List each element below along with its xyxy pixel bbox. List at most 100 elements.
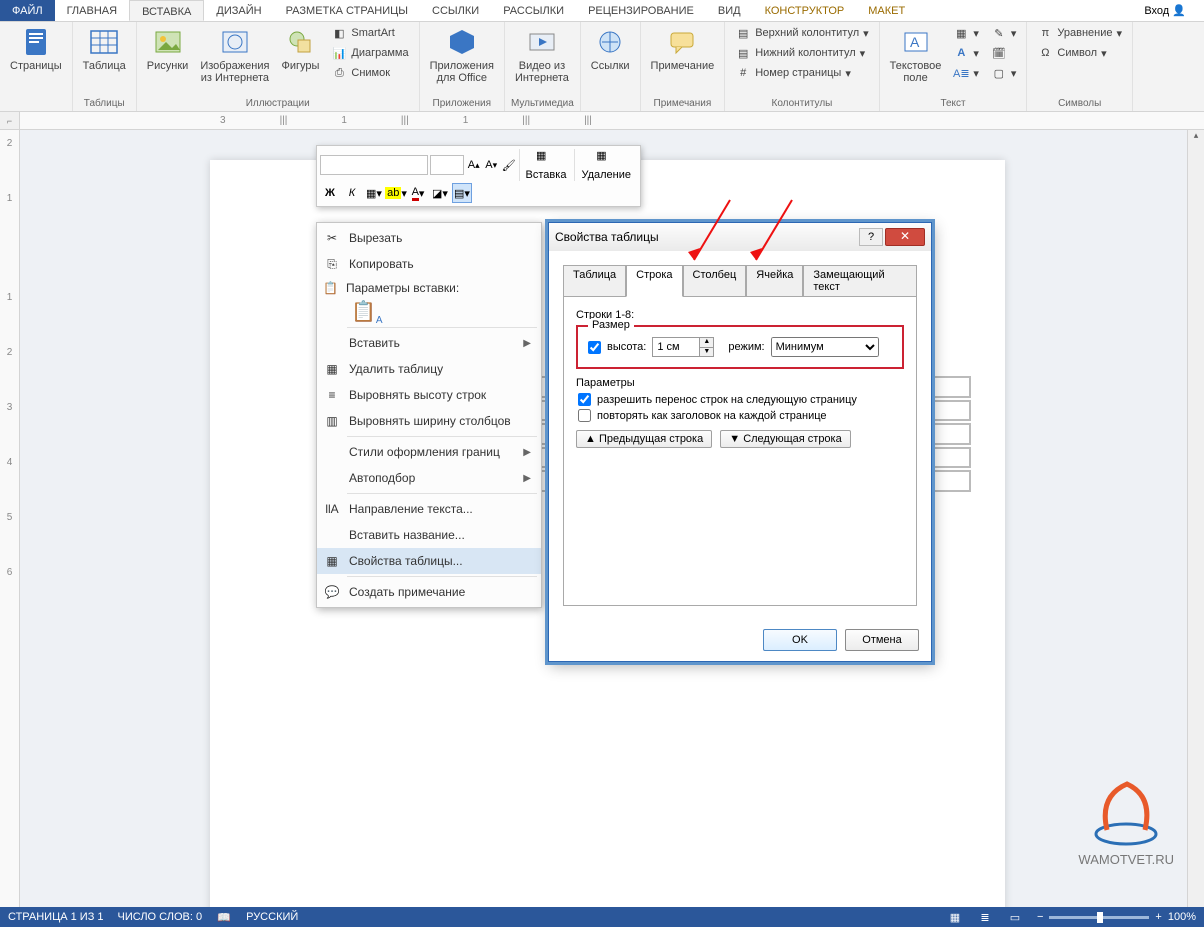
screenshot-button[interactable]: ⎙Снимок bbox=[327, 64, 412, 82]
spin-up[interactable]: ▲ bbox=[699, 338, 713, 347]
tab-review[interactable]: РЕЦЕНЗИРОВАНИЕ bbox=[576, 0, 706, 21]
highlight-button[interactable]: ab▾ bbox=[386, 183, 406, 203]
tab-design[interactable]: ДИЗАЙН bbox=[204, 0, 273, 21]
mode-select[interactable]: Минимум bbox=[771, 337, 879, 357]
spellcheck-icon[interactable]: 📖 bbox=[216, 909, 232, 925]
mini-delete-menu[interactable]: ▦Удаление bbox=[574, 149, 637, 181]
view-read-mode-icon[interactable]: ≣ bbox=[977, 909, 993, 925]
dialog-help-button[interactable]: ? bbox=[859, 228, 883, 246]
office-apps-button[interactable]: Приложения для Office bbox=[426, 24, 498, 86]
ctx-equal-col-width[interactable]: ▥Выровнять ширину столбцов bbox=[317, 408, 541, 434]
equation-button[interactable]: πУравнение ▾ bbox=[1033, 24, 1126, 42]
text-box-button[interactable]: AТекстовое поле bbox=[886, 24, 946, 86]
wordart-button[interactable]: A▾ bbox=[949, 44, 983, 62]
ctx-autofit-label: Автоподбор bbox=[349, 471, 415, 485]
mini-insert-menu[interactable]: ▦Вставка bbox=[519, 149, 573, 181]
allow-break-checkbox[interactable] bbox=[578, 393, 591, 406]
drop-cap-button[interactable]: A≣▾ bbox=[949, 64, 983, 82]
shapes-button[interactable]: Фигуры bbox=[277, 24, 323, 74]
signature-button[interactable]: ✎▾ bbox=[987, 24, 1021, 42]
zoom-out-button[interactable]: − bbox=[1037, 911, 1043, 923]
vertical-ruler[interactable]: 21123456 bbox=[0, 130, 20, 907]
tab-mailings[interactable]: РАССЫЛКИ bbox=[491, 0, 576, 21]
view-web-layout-icon[interactable]: ▭ bbox=[1007, 909, 1023, 925]
tab-insert[interactable]: ВСТАВКА bbox=[129, 0, 204, 21]
chart-button[interactable]: 📊Диаграмма bbox=[327, 44, 412, 62]
tab-references[interactable]: ССЫЛКИ bbox=[420, 0, 491, 21]
dialog-cancel-button[interactable]: Отмена bbox=[845, 629, 919, 651]
dlg-tab-table[interactable]: Таблица bbox=[563, 265, 626, 297]
ctx-new-comment[interactable]: 💬Создать примечание bbox=[317, 579, 541, 605]
align-button[interactable]: ▤▾ bbox=[452, 183, 472, 203]
footer-button[interactable]: ▤Нижний колонтитул ▾ bbox=[731, 44, 872, 62]
date-time-button[interactable]: 🗓 bbox=[987, 44, 1021, 62]
dialog-close-button[interactable]: ✕ bbox=[885, 228, 925, 246]
online-video-button[interactable]: Видео из Интернета bbox=[511, 24, 573, 86]
tab-page-layout[interactable]: РАЗМЕТКА СТРАНИЦЫ bbox=[274, 0, 420, 21]
view-print-layout-icon[interactable]: ▦ bbox=[947, 909, 963, 925]
object-button[interactable]: ▢▾ bbox=[987, 64, 1021, 82]
ctx-insert-caption[interactable]: Вставить название... bbox=[317, 522, 541, 548]
table-button[interactable]: Таблица bbox=[79, 24, 130, 74]
ctx-insert[interactable]: Вставить▶ bbox=[317, 330, 541, 356]
vertical-scrollbar[interactable]: ▴ bbox=[1187, 130, 1204, 907]
shrink-font-button[interactable]: A▾ bbox=[484, 155, 500, 175]
bold-button[interactable]: Ж bbox=[320, 183, 340, 203]
symbol-button[interactable]: ΩСимвол ▾ bbox=[1033, 44, 1126, 62]
zoom-control[interactable]: − + 100% bbox=[1037, 911, 1196, 923]
pages-button[interactable]: Страницы bbox=[6, 24, 66, 74]
smartart-button[interactable]: ◧SmartArt bbox=[327, 24, 412, 42]
status-word-count[interactable]: ЧИСЛО СЛОВ: 0 bbox=[118, 911, 203, 923]
height-spinner[interactable]: ▲▼ bbox=[652, 337, 714, 357]
zoom-in-button[interactable]: + bbox=[1155, 911, 1161, 923]
zoom-value[interactable]: 100% bbox=[1168, 911, 1196, 923]
grow-font-button[interactable]: A▴ bbox=[466, 155, 482, 175]
ctx-equal-row-height[interactable]: ≡Выровнять высоту строк bbox=[317, 382, 541, 408]
links-button[interactable]: Ссылки bbox=[587, 24, 634, 74]
ctx-autofit[interactable]: Автоподбор▶ bbox=[317, 465, 541, 491]
font-color-button[interactable]: A▾ bbox=[408, 183, 428, 203]
login-link[interactable]: Вход 👤 bbox=[1126, 0, 1204, 21]
ctx-copy[interactable]: ⎘Копировать bbox=[317, 251, 541, 277]
header-button[interactable]: ▤Верхний колонтитул ▾ bbox=[731, 24, 872, 42]
dlg-tab-row[interactable]: Строка bbox=[626, 265, 682, 297]
dlg-tab-alt-text[interactable]: Замещающий текст bbox=[803, 265, 917, 297]
ctx-paste-option[interactable]: 📋A bbox=[317, 299, 541, 325]
ctx-text-direction[interactable]: llAНаправление текста... bbox=[317, 496, 541, 522]
repeat-header-checkbox[interactable] bbox=[578, 409, 591, 422]
mini-delete-label: Удаление bbox=[581, 169, 631, 181]
height-checkbox[interactable] bbox=[588, 341, 601, 354]
tab-home[interactable]: ГЛАВНАЯ bbox=[55, 0, 129, 21]
ctx-table-properties[interactable]: ▦Свойства таблицы... bbox=[317, 548, 541, 574]
dialog-titlebar[interactable]: Свойства таблицы ? ✕ bbox=[549, 223, 931, 251]
page-number-button[interactable]: #Номер страницы ▾ bbox=[731, 64, 872, 82]
prev-row-button[interactable]: ▲ Предыдущая строка bbox=[576, 430, 712, 448]
zoom-slider[interactable] bbox=[1049, 916, 1149, 919]
format-painter-button[interactable]: 🖌 bbox=[501, 155, 517, 175]
italic-button[interactable]: К bbox=[342, 183, 362, 203]
tab-table-design[interactable]: КОНСТРУКТОР bbox=[753, 0, 857, 21]
font-combo[interactable] bbox=[320, 155, 428, 175]
size-combo[interactable] bbox=[430, 155, 464, 175]
person-icon: 👤 bbox=[1172, 5, 1186, 17]
next-row-button[interactable]: ▼ Следующая строка bbox=[720, 430, 851, 448]
tab-view[interactable]: ВИД bbox=[706, 0, 753, 21]
tab-table-layout[interactable]: МАКЕТ bbox=[856, 0, 917, 21]
horizontal-ruler[interactable]: 3|||1|||1|||||| bbox=[20, 112, 1204, 130]
quick-parts-button[interactable]: ▦▾ bbox=[949, 24, 983, 42]
ctx-border-styles[interactable]: Стили оформления границ▶ bbox=[317, 439, 541, 465]
online-pictures-button[interactable]: Изображения из Интернета bbox=[196, 24, 273, 86]
spin-down[interactable]: ▼ bbox=[699, 347, 713, 356]
comment-button[interactable]: Примечание bbox=[647, 24, 719, 74]
pictures-button[interactable]: Рисунки bbox=[143, 24, 193, 74]
borders-button[interactable]: ▦▾ bbox=[364, 183, 384, 203]
height-input[interactable] bbox=[653, 341, 699, 353]
dialog-ok-button[interactable]: OK bbox=[763, 629, 837, 651]
ctx-cut[interactable]: ✂Вырезать bbox=[317, 225, 541, 251]
ctx-delete-table[interactable]: ▦Удалить таблицу bbox=[317, 356, 541, 382]
status-page[interactable]: СТРАНИЦА 1 ИЗ 1 bbox=[8, 911, 104, 923]
ribbon-tabs: ФАЙЛ ГЛАВНАЯ ВСТАВКА ДИЗАЙН РАЗМЕТКА СТР… bbox=[0, 0, 1204, 22]
shading-button[interactable]: ◪▾ bbox=[430, 183, 450, 203]
tab-file[interactable]: ФАЙЛ bbox=[0, 0, 55, 21]
status-language[interactable]: РУССКИЙ bbox=[246, 911, 298, 923]
